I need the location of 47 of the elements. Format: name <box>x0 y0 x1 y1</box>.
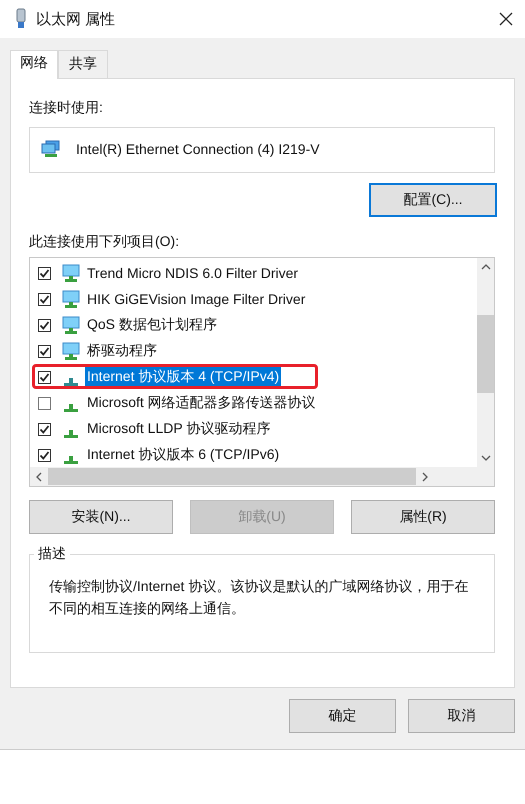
connect-using-label: 连接时使用: <box>29 99 104 117</box>
window-title: 以太网 属性 <box>36 10 116 28</box>
list-item[interactable]: Trend Micro NDIS 6.0 Filter Driver <box>85 264 300 282</box>
scroll-down-icon[interactable] <box>480 455 490 461</box>
checkbox[interactable] <box>38 292 51 306</box>
checkbox[interactable] <box>38 448 51 462</box>
checkbox[interactable] <box>38 318 51 332</box>
list-item[interactable]: Microsoft 网络适配器多路传送器协议 <box>85 393 318 413</box>
list-item[interactable]: Internet 协议版本 6 (TCP/IPv6) <box>85 445 282 465</box>
scroll-up-icon[interactable] <box>480 264 490 270</box>
checkbox[interactable] <box>38 344 51 358</box>
network-node-icon <box>64 456 78 464</box>
items-label: 此连接使用下列项目(O): <box>29 233 180 251</box>
vertical-scrollbar[interactable] <box>477 258 494 467</box>
group-title: 描述 <box>34 545 70 563</box>
checkbox[interactable] <box>38 396 51 410</box>
scrollbar-thumb[interactable] <box>48 468 416 485</box>
configure-button[interactable]: 配置(C)... <box>369 183 497 217</box>
adapter-name: Intel(R) Ethernet Connection (4) I219-V <box>76 140 320 156</box>
ethernet-plug-icon <box>15 8 27 30</box>
dialog-button[interactable]: 确定 <box>289 699 396 733</box>
scrollbar-thumb[interactable] <box>477 315 494 393</box>
close-icon[interactable] <box>499 12 513 26</box>
network-adapter-icon <box>41 140 61 158</box>
action-button[interactable]: 安装(N)... <box>29 500 173 534</box>
description-text: 传输控制协议/Internet 协议。该协议是默认的广域网络协议，用于在不同的相互连接的网络上通信。 <box>49 577 470 618</box>
network-node-icon <box>64 378 78 386</box>
list-item[interactable]: QoS 数据包计划程序 <box>85 315 219 335</box>
monitor-icon <box>61 341 81 361</box>
list-item[interactable]: 桥驱动程序 <box>85 341 159 361</box>
network-node-icon <box>64 430 78 438</box>
checkbox[interactable] <box>38 370 51 384</box>
checkbox[interactable] <box>38 422 51 436</box>
tab[interactable]: 共享 <box>58 50 108 78</box>
tab[interactable]: 网络 <box>10 50 58 79</box>
action-button[interactable]: 属性(R) <box>351 500 495 534</box>
checkbox[interactable] <box>38 266 51 280</box>
scroll-left-icon[interactable] <box>36 472 42 482</box>
network-node-icon <box>64 404 78 412</box>
monitor-icon <box>61 315 81 335</box>
dialog-button[interactable]: 取消 <box>408 699 515 733</box>
list-item[interactable]: HIK GiGEVision Image Filter Driver <box>85 290 308 308</box>
monitor-icon <box>61 263 81 283</box>
monitor-icon <box>61 289 81 309</box>
scroll-right-icon[interactable] <box>422 472 428 482</box>
list-item[interactable]: Microsoft LLDP 协议驱动程序 <box>85 419 272 439</box>
list-item[interactable]: Internet 协议版本 4 (TCP/IPv4) <box>85 367 282 387</box>
